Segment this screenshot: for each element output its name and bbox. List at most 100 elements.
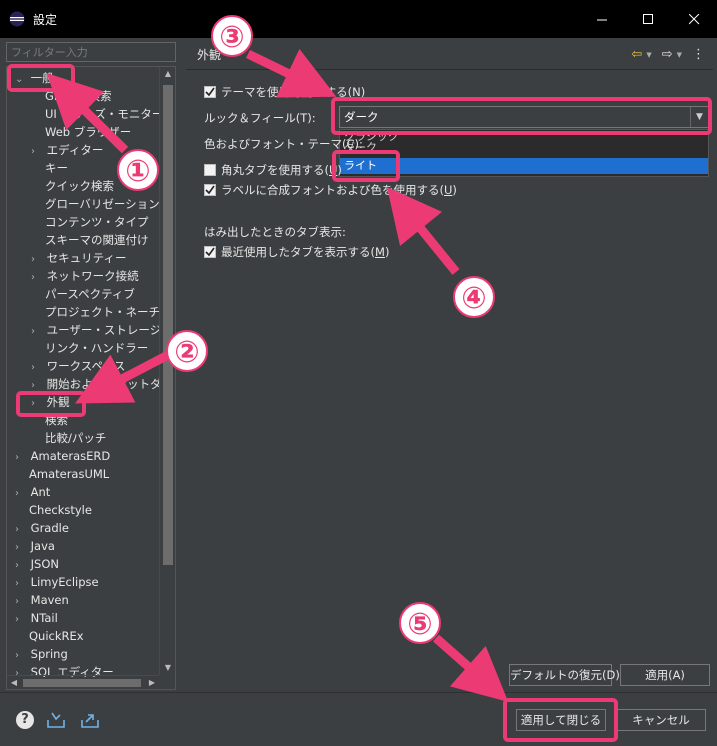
chevron-right-icon[interactable]: ›	[31, 143, 43, 161]
tree-item-label: Spring	[30, 647, 68, 661]
chevron-right-icon[interactable]: ›	[15, 611, 27, 629]
tree-item[interactable]: Checkstyle	[29, 501, 92, 519]
tree-item[interactable]: › エディター	[31, 141, 103, 159]
tree-item-label: キー	[45, 161, 68, 175]
tree-item[interactable]: › Spring	[15, 645, 68, 663]
scroll-right-icon[interactable]: ▶	[145, 676, 159, 689]
view-menu-icon[interactable]: ⋮	[692, 47, 705, 62]
filter-input[interactable]	[6, 42, 176, 62]
close-icon	[688, 13, 699, 24]
tree-item-label: 検索	[45, 413, 68, 427]
tree-horizontal-scrollbar[interactable]: ◀ ▶	[7, 675, 159, 689]
restore-defaults-button[interactable]: デフォルトの復元(D)	[509, 664, 620, 686]
recent-tabs-checkbox[interactable]	[204, 246, 216, 258]
checkmark-icon	[205, 185, 215, 195]
chevron-right-icon[interactable]: ›	[15, 485, 27, 503]
tree-item[interactable]: 検索	[45, 411, 68, 429]
scroll-thumb-horizontal[interactable]	[23, 679, 141, 687]
maximize-button[interactable]	[625, 0, 671, 38]
close-button[interactable]	[671, 0, 717, 38]
tree-item[interactable]: プロジェクト・ネーチャー	[45, 303, 159, 321]
mixed-fonts-suffix: )	[452, 183, 457, 197]
export-icon[interactable]	[80, 710, 100, 730]
tree-item[interactable]: › ネットワーク接続	[31, 267, 139, 285]
page-header: 外観 ⇦ ▼ ⇨ ▼ ⋮	[186, 40, 713, 70]
chevron-down-icon[interactable]: ⌄	[15, 71, 27, 89]
tree-item[interactable]: QuickREx	[29, 627, 84, 645]
tree-item[interactable]: パースペクティブ	[45, 285, 135, 303]
tree-item[interactable]: Web ブラウザー	[45, 123, 131, 141]
dialog-footer: ? 適用して閉じる キャンセル	[0, 692, 717, 746]
tree-item[interactable]: › 開始およびシャットダウン	[31, 375, 159, 393]
tree-item-label: LimyEclipse	[30, 575, 99, 589]
tree-item[interactable]: Glance 検索	[45, 87, 112, 105]
recent-tabs-mnemonic: M	[375, 245, 385, 259]
tree-item[interactable]: › セキュリティー	[31, 249, 126, 267]
tree-item[interactable]: › NTail	[15, 609, 58, 627]
tree-vertical-scrollbar[interactable]: ▲ ▼	[159, 67, 175, 675]
chevron-right-icon[interactable]: ›	[31, 395, 43, 413]
tree-item[interactable]: リンク・ハンドラー	[45, 339, 148, 357]
scroll-up-icon[interactable]: ▲	[160, 67, 175, 81]
option-light[interactable]: ライト	[340, 158, 708, 174]
tree-item[interactable]: › ワークスペース	[31, 357, 125, 375]
tree-item[interactable]: UI フリーズ・モニター	[45, 105, 159, 123]
tree-item-label: QuickREx	[29, 629, 84, 643]
tree-item[interactable]: › ユーザー・ストレージ・サービス	[31, 321, 159, 339]
look-and-feel-select[interactable]: ダーク ▼	[339, 106, 709, 128]
tree-item[interactable]: ⌄ 一般	[15, 69, 54, 87]
mixed-fonts-option[interactable]: ラベルに合成フォントおよび色を使用する(U)	[204, 182, 457, 198]
tree-item[interactable]: › Maven	[15, 591, 69, 609]
tree-item[interactable]: › Ant	[15, 483, 50, 501]
scroll-thumb[interactable]	[163, 85, 173, 565]
back-dropdown-icon[interactable]: ▼	[646, 51, 651, 59]
tree-item[interactable]: › JSON	[15, 555, 59, 573]
rounded-tabs-option[interactable]: 角丸タブを使用する(U)	[204, 162, 342, 178]
tree-item[interactable]: AmaterasUML	[29, 465, 109, 483]
tree-item[interactable]: › 外観	[31, 393, 70, 411]
enable-theme-checkbox[interactable]	[204, 86, 216, 98]
apply-and-close-button[interactable]: 適用して閉じる	[516, 709, 606, 731]
enable-theme-mnemonic: N	[352, 85, 361, 99]
import-icon[interactable]	[46, 710, 66, 730]
forward-arrow-icon[interactable]: ⇨	[662, 47, 673, 62]
chevron-down-icon[interactable]: ▼	[690, 107, 708, 127]
rounded-tabs-mnemonic: U	[329, 163, 338, 177]
help-icon[interactable]: ?	[16, 711, 34, 729]
tree-item-label: 外観	[46, 395, 70, 409]
chevron-right-icon[interactable]: ›	[15, 449, 27, 467]
forward-dropdown-icon[interactable]: ▼	[677, 51, 682, 59]
tree-item[interactable]: コンテンツ・タイプ	[45, 213, 149, 231]
tree-item[interactable]: クイック検索	[45, 177, 114, 195]
tree-item-label: セキュリティー	[46, 251, 127, 265]
look-and-feel-options: クラシック ダーク ライト	[339, 129, 709, 177]
tree-item[interactable]: › AmaterasERD	[15, 447, 110, 465]
tree-item[interactable]: グローバリゼーション	[45, 195, 159, 213]
option-dark[interactable]: ダーク	[340, 140, 708, 156]
recent-tabs-option[interactable]: 最近使用したタブを表示する(M)	[204, 244, 389, 260]
tree-item[interactable]: 比較/パッチ	[45, 429, 106, 447]
mixed-fonts-checkbox[interactable]	[204, 184, 216, 196]
back-arrow-icon[interactable]: ⇦	[631, 47, 642, 62]
tree-item[interactable]: › Java	[15, 537, 55, 555]
rounded-tabs-checkbox[interactable]	[204, 164, 216, 176]
chevron-right-icon[interactable]: ›	[31, 269, 43, 287]
enable-theme-option[interactable]: テーマを使用可能にする(N)	[204, 84, 365, 100]
tree-item[interactable]: スキーマの関連付け	[45, 231, 149, 249]
apply-button[interactable]: 適用(A)	[620, 664, 710, 686]
scroll-left-icon[interactable]: ◀	[7, 676, 21, 689]
tree-item[interactable]: キー	[45, 159, 68, 177]
maximize-icon	[642, 13, 653, 24]
tab-overflow-label: はみ出したときのタブ表示:	[204, 225, 346, 239]
cancel-button[interactable]: キャンセル	[616, 709, 706, 731]
scroll-down-icon[interactable]: ▼	[160, 661, 175, 675]
color-theme-label: 色およびフォント・テーマ(C):	[204, 137, 363, 151]
tree-list: ⌄ 一般 Glance 検索 UI フリーズ・モニター Web ブラウザー › エディタ…	[7, 67, 159, 677]
preferences-navigation: ⌄ 一般Glance 検索UI フリーズ・モニターWeb ブラウザー› エディタ…	[6, 40, 176, 690]
tree-item[interactable]: › Gradle	[15, 519, 69, 537]
minimize-button[interactable]	[579, 0, 625, 38]
chevron-right-icon[interactable]: ›	[31, 323, 43, 341]
tree-item[interactable]: › LimyEclipse	[15, 573, 99, 591]
mixed-fonts-mnemonic: U	[443, 183, 453, 197]
tree-item-label: パースペクティブ	[45, 287, 135, 301]
